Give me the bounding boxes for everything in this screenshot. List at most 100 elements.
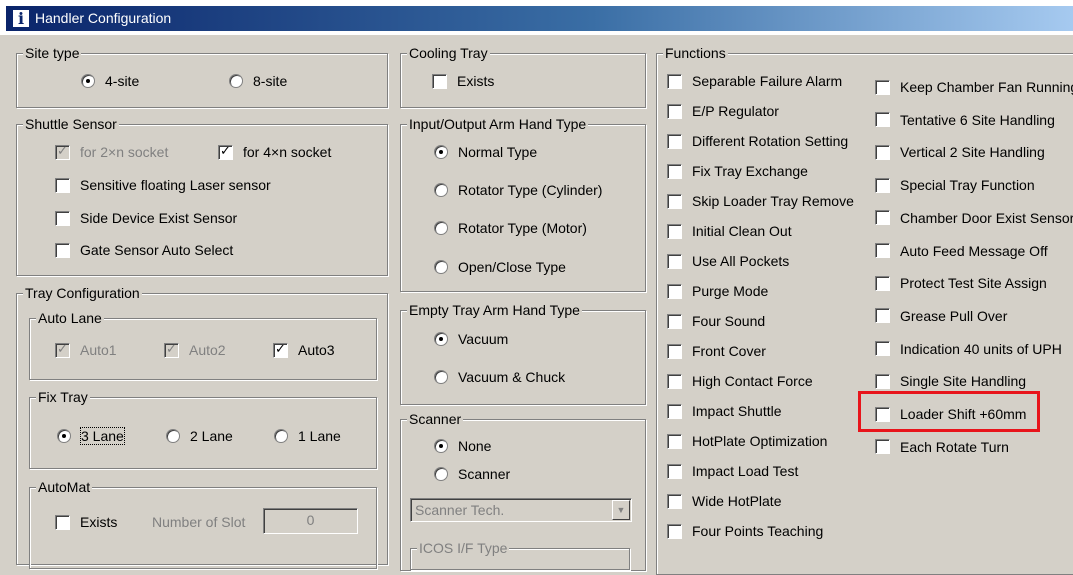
checkbox-each-rotate-turn[interactable]: Each Rotate Turn	[875, 439, 1009, 455]
checkbox-tentative-6-site-handling[interactable]: Tentative 6 Site Handling	[875, 112, 1055, 128]
radio-scanner[interactable]: Scanner	[434, 466, 510, 482]
checkbox-special-tray-function[interactable]: Special Tray Function	[875, 177, 1035, 193]
checkbox-wide-hotplate[interactable]: Wide HotPlate	[667, 493, 781, 509]
checkbox-box	[875, 275, 890, 291]
checkbox-box	[875, 439, 890, 455]
radio-indicator	[434, 183, 448, 197]
checkbox-label: Impact Shuttle	[692, 403, 782, 419]
checkbox-automat-exists[interactable]: Exists	[55, 514, 117, 530]
scanner-combo-value: Scanner Tech.	[415, 502, 505, 518]
checkbox-label: Sensitive floating Laser sensor	[80, 177, 271, 193]
checkbox-impact-shuttle[interactable]: Impact Shuttle	[667, 403, 782, 419]
checkbox-auto2[interactable]: ✓ Auto2	[164, 341, 226, 358]
checkbox-label: Indication 40 units of UPH	[900, 340, 1062, 357]
checkbox-auto-feed-message-off[interactable]: Auto Feed Message Off	[875, 243, 1048, 259]
checkbox-fix-tray-exchange[interactable]: Fix Tray Exchange	[667, 163, 808, 179]
checkbox-initial-clean-out[interactable]: Initial Clean Out	[667, 223, 792, 239]
checkbox-box	[667, 103, 682, 119]
radio-rotator-cylinder[interactable]: Rotator Type (Cylinder)	[434, 182, 602, 198]
checkbox-label: Auto2	[189, 342, 226, 358]
number-of-slot-field[interactable]: 0	[263, 508, 358, 534]
checkbox-label: Fix Tray Exchange	[692, 163, 808, 179]
radio-vacuum[interactable]: Vacuum	[434, 331, 508, 347]
radio-2-lane[interactable]: 2 Lane	[166, 428, 233, 444]
checkbox-skip-loader-tray-remove[interactable]: Skip Loader Tray Remove	[667, 193, 854, 209]
checkbox-four-points-teaching[interactable]: Four Points Teaching	[667, 523, 823, 539]
radio-scanner-none[interactable]: None	[434, 438, 491, 454]
checkbox-auto3[interactable]: ✓ Auto3	[273, 341, 335, 358]
checkbox-label: for 2×n socket	[80, 144, 169, 160]
checkbox-e-p-regulator[interactable]: E/P Regulator	[667, 103, 779, 119]
checkbox-cooling-tray-exists[interactable]: Exists	[432, 73, 494, 89]
checkbox-label: Front Cover	[692, 343, 766, 359]
radio-label: Vacuum & Chuck	[458, 369, 566, 385]
checkbox-box	[667, 163, 682, 179]
checkbox-purge-mode[interactable]: Purge Mode	[667, 283, 768, 299]
checkbox-box	[667, 193, 682, 209]
site-type-legend: Site type	[23, 45, 82, 61]
checkbox-front-cover[interactable]: Front Cover	[667, 343, 766, 359]
checkbox-box	[875, 112, 890, 128]
auto-lane-legend: Auto Lane	[36, 310, 104, 326]
checkbox-box	[55, 242, 70, 258]
checkbox-box: ✓	[55, 143, 70, 160]
checkbox-protect-test-site-assign[interactable]: Protect Test Site Assign	[875, 275, 1047, 291]
checkbox-label: Four Points Teaching	[692, 523, 824, 539]
checkbox-indication-40-units-of-uph[interactable]: Indication 40 units of UPH	[875, 341, 1062, 357]
checkbox-side-device[interactable]: Side Device Exist Sensor	[55, 210, 237, 226]
checkbox-for-2xn-socket[interactable]: ✓ for 2×n socket	[55, 143, 169, 160]
radio-label: None	[458, 438, 492, 454]
checkbox-impact-load-test[interactable]: Impact Load Test	[667, 463, 798, 479]
checkbox-box	[667, 313, 682, 329]
radio-label: Rotator Type (Cylinder)	[458, 182, 603, 198]
site-type-group: Site type	[16, 45, 388, 108]
automat-legend: AutoMat	[36, 479, 93, 495]
checkbox-different-rotation-setting[interactable]: Different Rotation Setting	[667, 133, 848, 149]
checkbox-separable-failure-alarm[interactable]: Separable Failure Alarm	[667, 73, 842, 89]
checkbox-box	[55, 210, 70, 226]
checkbox-label: Side Device Exist Sensor	[80, 210, 238, 226]
radio-4-site[interactable]: 4-site	[81, 73, 139, 89]
radio-indicator	[229, 74, 243, 88]
radio-open-close-type[interactable]: Open/Close Type	[434, 259, 566, 275]
checkbox-box	[875, 341, 890, 357]
radio-3-lane[interactable]: 3 Lane	[57, 427, 125, 445]
radio-normal-type[interactable]: Normal Type	[434, 144, 537, 160]
checkbox-grease-pull-over[interactable]: Grease Pull Over	[875, 308, 1007, 324]
checkbox-use-all-pockets[interactable]: Use All Pockets	[667, 253, 789, 269]
checkbox-four-sound[interactable]: Four Sound	[667, 313, 765, 329]
checkbox-vertical-2-site-handling[interactable]: Vertical 2 Site Handling	[875, 144, 1045, 160]
window-title: Handler Configuration	[35, 10, 172, 26]
radio-label: 3 Lane	[80, 427, 125, 445]
checkbox-keep-chamber-fan-running[interactable]: Keep Chamber Fan Running	[875, 79, 1073, 95]
radio-1-lane[interactable]: 1 Lane	[274, 428, 341, 444]
scanner-combo[interactable]: Scanner Tech. ▼	[410, 498, 632, 522]
checkbox-label: Special Tray Function	[900, 177, 1035, 194]
checkbox-box	[667, 373, 682, 389]
checkbox-box	[667, 73, 682, 89]
functions-legend: Functions	[663, 45, 728, 61]
checkbox-box	[667, 523, 682, 539]
radio-8-site[interactable]: 8-site	[229, 73, 287, 89]
checkbox-single-site-handling[interactable]: Single Site Handling	[875, 373, 1026, 389]
checkbox-hotplate-optimization[interactable]: HotPlate Optimization	[667, 433, 827, 449]
checkbox-label: Separable Failure Alarm	[692, 73, 843, 89]
checkbox-box: ✓	[273, 341, 288, 358]
radio-vacuum-chuck[interactable]: Vacuum & Chuck	[434, 369, 565, 385]
checkbox-chamber-door-exist-sensor[interactable]: Chamber Door Exist Sensor	[875, 210, 1073, 226]
checkbox-sensitive-laser[interactable]: Sensitive floating Laser sensor	[55, 177, 271, 193]
checkbox-label: Tentative 6 Site Handling	[900, 111, 1055, 128]
empty-tray-arm-legend: Empty Tray Arm Hand Type	[407, 302, 582, 318]
checkbox-gate-sensor[interactable]: Gate Sensor Auto Select	[55, 242, 233, 258]
radio-rotator-motor[interactable]: Rotator Type (Motor)	[434, 220, 587, 236]
checkbox-label: Four Sound	[692, 313, 766, 329]
checkbox-auto1[interactable]: ✓ Auto1	[55, 341, 117, 358]
checkbox-box	[667, 223, 682, 239]
checkbox-box	[667, 433, 682, 449]
checkbox-label: Keep Chamber Fan Running	[900, 79, 1073, 95]
chevron-down-icon[interactable]: ▼	[612, 500, 630, 520]
checkbox-label: Purge Mode	[692, 283, 769, 299]
cooling-tray-legend: Cooling Tray	[407, 45, 490, 61]
checkbox-high-contact-force[interactable]: High Contact Force	[667, 373, 813, 389]
checkbox-for-4xn-socket[interactable]: ✓ for 4×n socket	[218, 143, 331, 160]
